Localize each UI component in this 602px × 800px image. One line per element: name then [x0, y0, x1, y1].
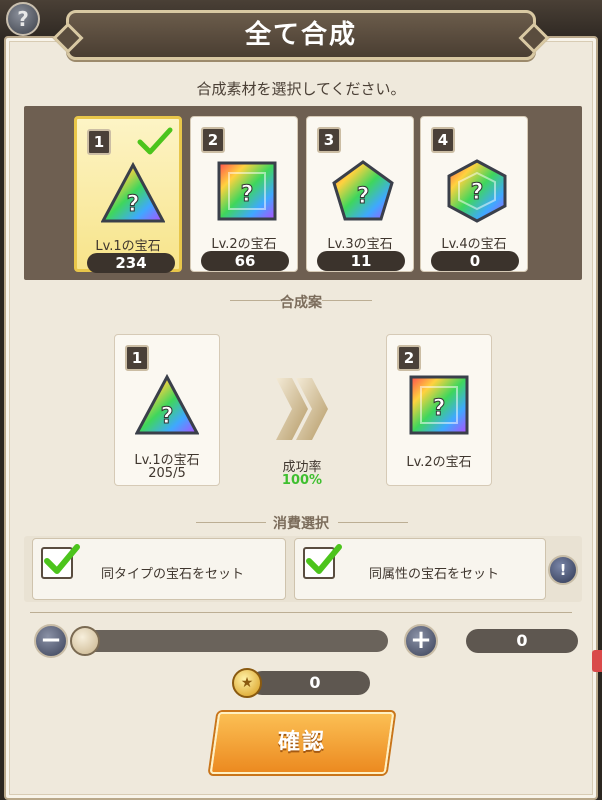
material-count: 234 — [87, 253, 175, 273]
plan-result-card: 2 ? Lv.2の宝石 — [386, 334, 492, 486]
material-card-lv3[interactable]: 3 ? Lv.3の宝石 11 — [306, 116, 414, 272]
success-rate-value: 100% — [281, 473, 323, 488]
same-attribute-option[interactable]: 同属性の宝石をセット — [294, 538, 546, 600]
material-count: 66 — [201, 251, 289, 271]
svg-text:?: ? — [433, 396, 446, 421]
cost-value: 0 — [250, 671, 370, 695]
same-type-checkbox[interactable] — [41, 544, 80, 579]
minus-icon: − — [40, 625, 62, 655]
check-icon — [137, 127, 173, 155]
consumption-section-title: 消費選択 — [273, 516, 329, 532]
material-label: Lv.4の宝石 — [441, 237, 507, 252]
same-type-label: 同タイプの宝石をセット — [101, 567, 245, 582]
svg-text:?: ? — [241, 182, 254, 207]
material-count: 0 — [431, 251, 519, 271]
source-ratio: 205/5 — [148, 466, 186, 481]
index-badge: 1 — [87, 129, 111, 155]
material-label: Lv.3の宝石 — [327, 237, 393, 252]
same-type-option[interactable]: 同タイプの宝石をセット — [32, 538, 286, 600]
index-badge: 2 — [397, 345, 421, 371]
plan-source-card: 1 ? Lv.1の宝石 205/5 — [114, 334, 220, 486]
gem-square-icon: ? — [217, 161, 277, 221]
material-selector: 1 ? Lv.1の宝石 234 2 ? Lv.2の宝石 66 3 ? Lv.3の… — [24, 106, 582, 280]
check-icon — [306, 544, 342, 574]
svg-text:?: ? — [357, 184, 370, 209]
material-card-lv2[interactable]: 2 ? Lv.2の宝石 66 — [190, 116, 298, 272]
svg-text:?: ? — [161, 404, 174, 429]
same-attribute-checkbox[interactable] — [303, 544, 342, 579]
svg-text:?: ? — [471, 180, 484, 205]
gem-triangle-icon: ? — [101, 161, 165, 223]
double-chevron-right-icon — [276, 378, 328, 440]
page-title: 全て合成 — [244, 20, 357, 50]
quantity-slider-handle[interactable] — [70, 626, 100, 656]
result-label: Lv.2の宝石 — [406, 455, 472, 470]
quantity-value: 0 — [466, 629, 578, 653]
plus-icon: + — [410, 625, 432, 655]
index-badge: 2 — [201, 127, 225, 153]
gem-square-icon: ? — [409, 375, 469, 435]
same-attribute-label: 同属性の宝石をセット — [369, 567, 500, 582]
index-badge: 1 — [125, 345, 149, 371]
title-plate: 全て合成 — [66, 10, 536, 60]
plan-section-title: 合成案 — [280, 295, 322, 311]
info-icon[interactable]: ! — [548, 555, 578, 585]
svg-text:?: ? — [127, 192, 140, 217]
divider — [30, 612, 572, 613]
material-card-lv4[interactable]: 4 ? Lv.4の宝石 0 — [420, 116, 528, 272]
gem-triangle-icon: ? — [135, 373, 199, 435]
side-tab[interactable] — [592, 650, 602, 672]
decrease-button[interactable]: − — [34, 624, 68, 658]
material-count: 11 — [317, 251, 405, 271]
increase-button[interactable]: + — [404, 624, 438, 658]
quantity-slider-track[interactable] — [76, 630, 388, 652]
instruction-text: 合成素材を選択してください。 — [196, 80, 406, 98]
material-label: Lv.1の宝石 — [95, 239, 161, 254]
confirm-button-label[interactable]: 確認 — [214, 712, 390, 774]
material-label: Lv.2の宝石 — [211, 237, 277, 252]
index-badge: 3 — [317, 127, 341, 153]
gem-pentagon-icon: ? — [332, 160, 394, 221]
gem-hexagon-icon: ? — [447, 159, 507, 223]
help-icon[interactable]: ? — [6, 2, 40, 36]
index-badge: 4 — [431, 127, 455, 153]
gold-coin-icon — [232, 668, 262, 698]
material-card-lv1[interactable]: 1 ? Lv.1の宝石 234 — [74, 116, 182, 273]
check-icon — [44, 544, 80, 574]
